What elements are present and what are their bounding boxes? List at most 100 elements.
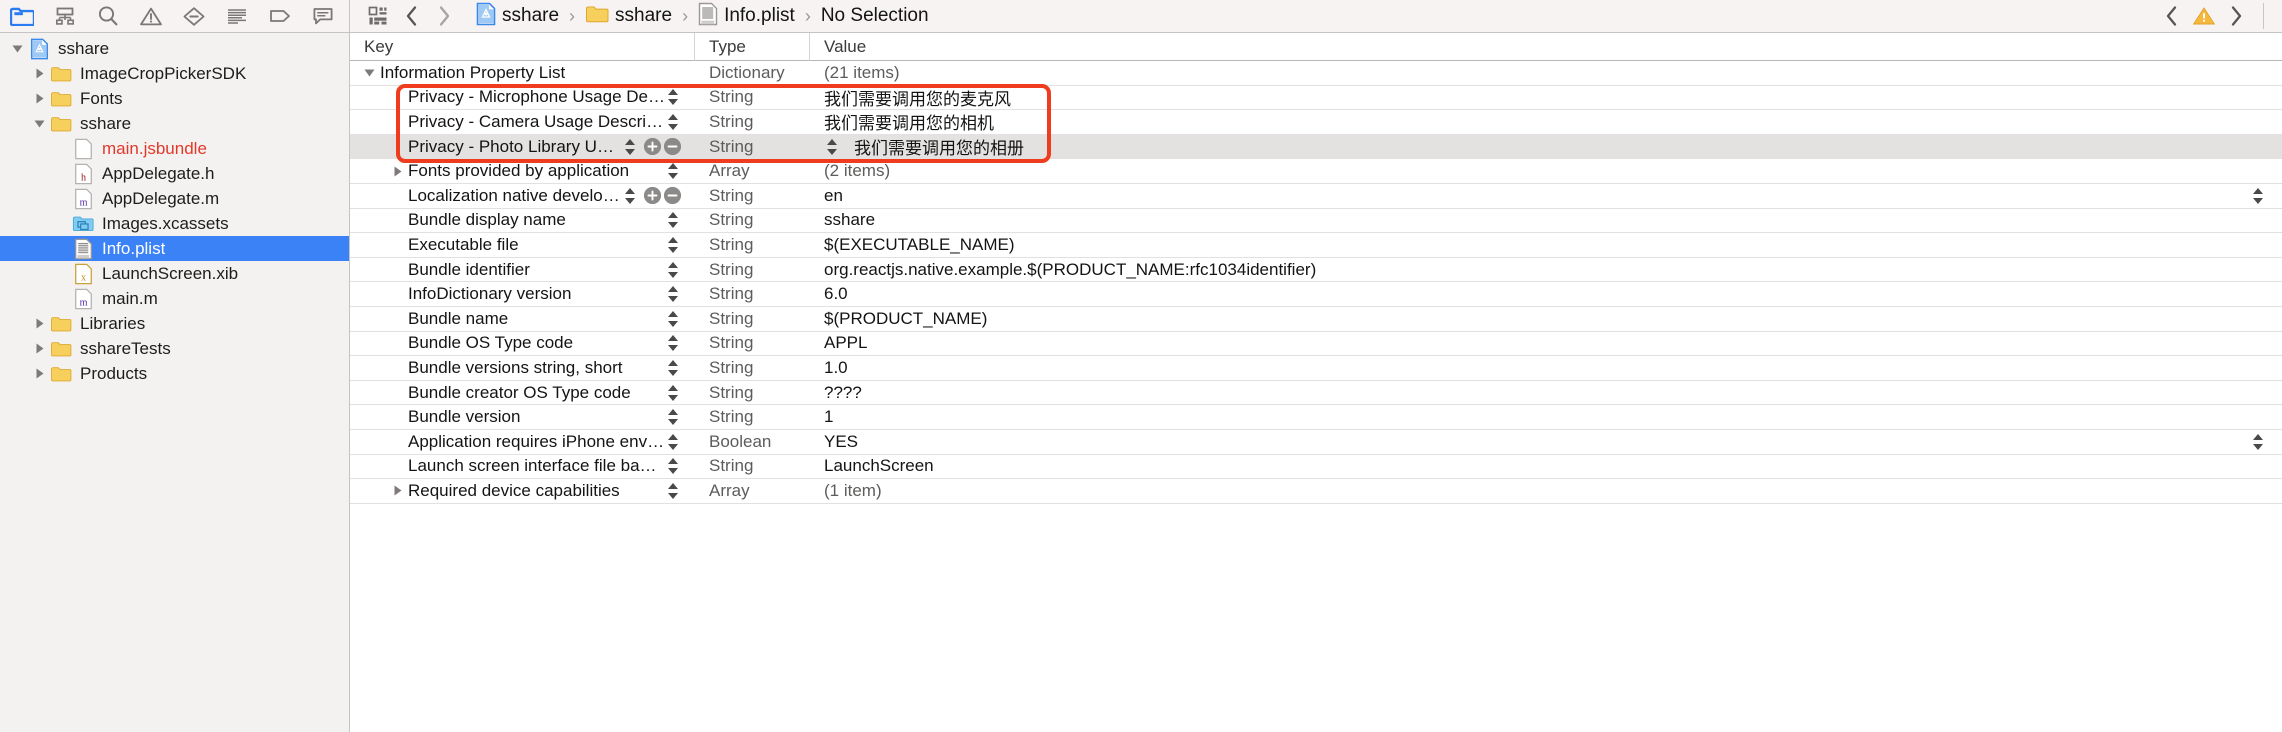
sidebar-item-launchscreen-xib[interactable]: x LaunchScreen.xib [0,261,349,286]
add-row-button[interactable] [644,187,661,205]
breadcrumb-item-selection[interactable]: No Selection [819,0,931,32]
plist-type-cell[interactable]: String [695,405,810,429]
plist-type-cell[interactable]: String [695,381,810,405]
sidebar-item-main-m[interactable]: m main.m [0,286,349,311]
plist-type-cell[interactable]: String [695,332,810,356]
plist-type-cell[interactable]: Boolean [695,430,810,454]
disclosure-triangle-closed-icon[interactable] [28,311,50,336]
sidebar-item-images-xcassets[interactable]: Images.xcassets [0,211,349,236]
plist-key-cell[interactable]: Localization native developm… [350,184,695,208]
plist-type-cell[interactable]: String [695,110,810,134]
plist-type-cell[interactable]: String [695,455,810,479]
chevron-right-icon[interactable] [428,0,460,32]
plist-key-cell[interactable]: Fonts provided by application [350,159,695,183]
plist-key-cell[interactable]: Bundle creator OS Type code [350,381,695,405]
value-stepper-icon[interactable] [665,112,681,132]
tag-icon[interactable] [258,0,301,32]
plist-row[interactable]: Bundle name String $(PRODUCT_NAME) [350,307,2282,332]
plist-type-cell[interactable]: Array [695,479,810,503]
breadcrumb-item-file[interactable]: Info.plist [696,0,797,32]
plist-row[interactable]: Privacy - Photo Library Usag… String 我们需要调… [350,134,2282,160]
disclosure-triangle-open-icon[interactable] [6,36,28,61]
plist-table-body[interactable]: Information Property List Dictionary (21 i… [350,61,2282,732]
column-header-key[interactable]: Key [350,32,695,61]
plist-type-cell[interactable]: String [695,184,810,208]
plist-value-cell[interactable]: $(PRODUCT_NAME) [810,307,2282,331]
column-header-type[interactable]: Type [695,32,810,61]
plist-key-cell[interactable]: Bundle name [350,307,695,331]
plist-key-cell[interactable]: Launch screen interface file base… [350,455,695,479]
plist-key-cell[interactable]: Bundle version [350,405,695,429]
plist-key-cell[interactable]: Bundle versions string, short [350,356,695,380]
folder-icon[interactable] [0,0,43,32]
plist-row[interactable]: Bundle display name String sshare [350,209,2282,234]
value-stepper-icon[interactable] [665,383,681,403]
plist-type-cell[interactable]: Dictionary [695,61,810,85]
warning-triangle-icon[interactable] [129,0,172,32]
value-stepper-icon[interactable] [665,481,681,501]
plist-row[interactable]: Bundle version String 1 [350,405,2282,430]
list-lines-icon[interactable] [215,0,258,32]
remove-row-button[interactable] [664,138,681,156]
plist-key-cell[interactable]: Bundle display name [350,209,695,233]
value-stepper-icon[interactable] [665,284,681,304]
grid-squares-icon[interactable] [360,0,396,32]
value-stepper-icon[interactable] [665,432,681,452]
plist-type-cell[interactable]: Array [695,159,810,183]
disclosure-triangle-open-icon[interactable] [28,111,50,136]
plist-row[interactable]: Bundle OS Type code String APPL [350,332,2282,357]
plist-value-cell[interactable]: APPL [810,332,2282,356]
plist-value-cell[interactable]: (2 items) [810,159,2282,183]
column-header-value[interactable]: Value [810,33,2282,61]
search-icon[interactable] [86,0,129,32]
value-stepper-icon[interactable] [665,333,681,353]
value-stepper-icon[interactable] [665,235,681,255]
previous-issue-button[interactable] [2157,0,2187,32]
value-stepper-icon[interactable] [622,186,638,206]
sidebar-item-appdelegate-h[interactable]: h AppDelegate.h [0,161,349,186]
plist-row[interactable]: Bundle identifier String org.reactjs.nativ… [350,258,2282,283]
disclosure-triangle-closed-icon[interactable] [28,61,50,86]
value-stepper-icon[interactable] [622,137,638,157]
plist-type-cell[interactable]: String [695,307,810,331]
sidebar-item-libraries[interactable]: Libraries [0,311,349,336]
plist-key-cell[interactable]: Bundle OS Type code [350,332,695,356]
project-navigator[interactable]: sshare ImageCropPickerSDK Fonts sshare main.… [0,32,350,732]
plist-row[interactable]: InfoDictionary version String 6.0 [350,282,2282,307]
value-stepper-icon[interactable] [665,260,681,280]
plist-row[interactable]: Bundle versions string, short String 1.0 [350,356,2282,381]
value-type-stepper-icon[interactable] [824,137,840,157]
sidebar-item-info-plist[interactable]: Info.plist [0,236,349,261]
disclosure-triangle-closed-icon[interactable] [28,336,50,361]
plist-key-cell[interactable]: Privacy - Photo Library Usag… [350,135,695,159]
sidebar-item-imagecroppickersdk[interactable]: ImageCropPickerSDK [0,61,349,86]
plist-key-cell[interactable]: Application requires iPhone enviro… [350,430,695,454]
comment-bubble-icon[interactable] [301,0,344,32]
disclosure-triangle-closed-icon[interactable] [386,159,408,184]
plist-value-cell[interactable]: (1 item) [810,479,2282,503]
sidebar-item-appdelegate-m[interactable]: m AppDelegate.m [0,186,349,211]
plist-row[interactable]: Privacy - Camera Usage Description String… [350,110,2282,135]
plist-value-cell[interactable]: sshare [810,209,2282,233]
plist-key-cell[interactable]: Privacy - Camera Usage Description [350,110,695,134]
disclosure-triangle-closed-icon[interactable] [386,478,408,503]
value-stepper-icon[interactable] [665,309,681,329]
sidebar-item-sshare[interactable]: sshare [0,111,349,136]
plist-value-cell[interactable]: LaunchScreen [810,455,2282,479]
plist-key-cell[interactable]: Privacy - Microphone Usage Desc… [350,86,695,110]
plist-type-cell[interactable]: String [695,258,810,282]
plist-value-cell[interactable]: en [810,184,2282,208]
plist-row[interactable]: Bundle creator OS Type code String???? [350,381,2282,406]
plist-value-cell[interactable]: 我们需要调用您的相机 [810,110,2282,134]
plist-type-cell[interactable]: String [695,282,810,306]
value-stepper-icon[interactable] [665,456,681,476]
plist-key-cell[interactable]: InfoDictionary version [350,282,695,306]
disclosure-triangle-open-icon[interactable] [358,61,380,85]
plist-key-cell[interactable]: Executable file [350,233,695,257]
disclosure-triangle-closed-icon[interactable] [28,86,50,111]
plist-row[interactable]: Application requires iPhone enviro… Boole… [350,430,2282,455]
value-stepper-right-icon[interactable] [2250,186,2266,206]
plist-value-cell[interactable]: YES [810,430,2282,454]
plist-row[interactable]: Executable file String $(EXECUTABLE_NAME) [350,233,2282,258]
disclosure-triangle-closed-icon[interactable] [28,361,50,386]
